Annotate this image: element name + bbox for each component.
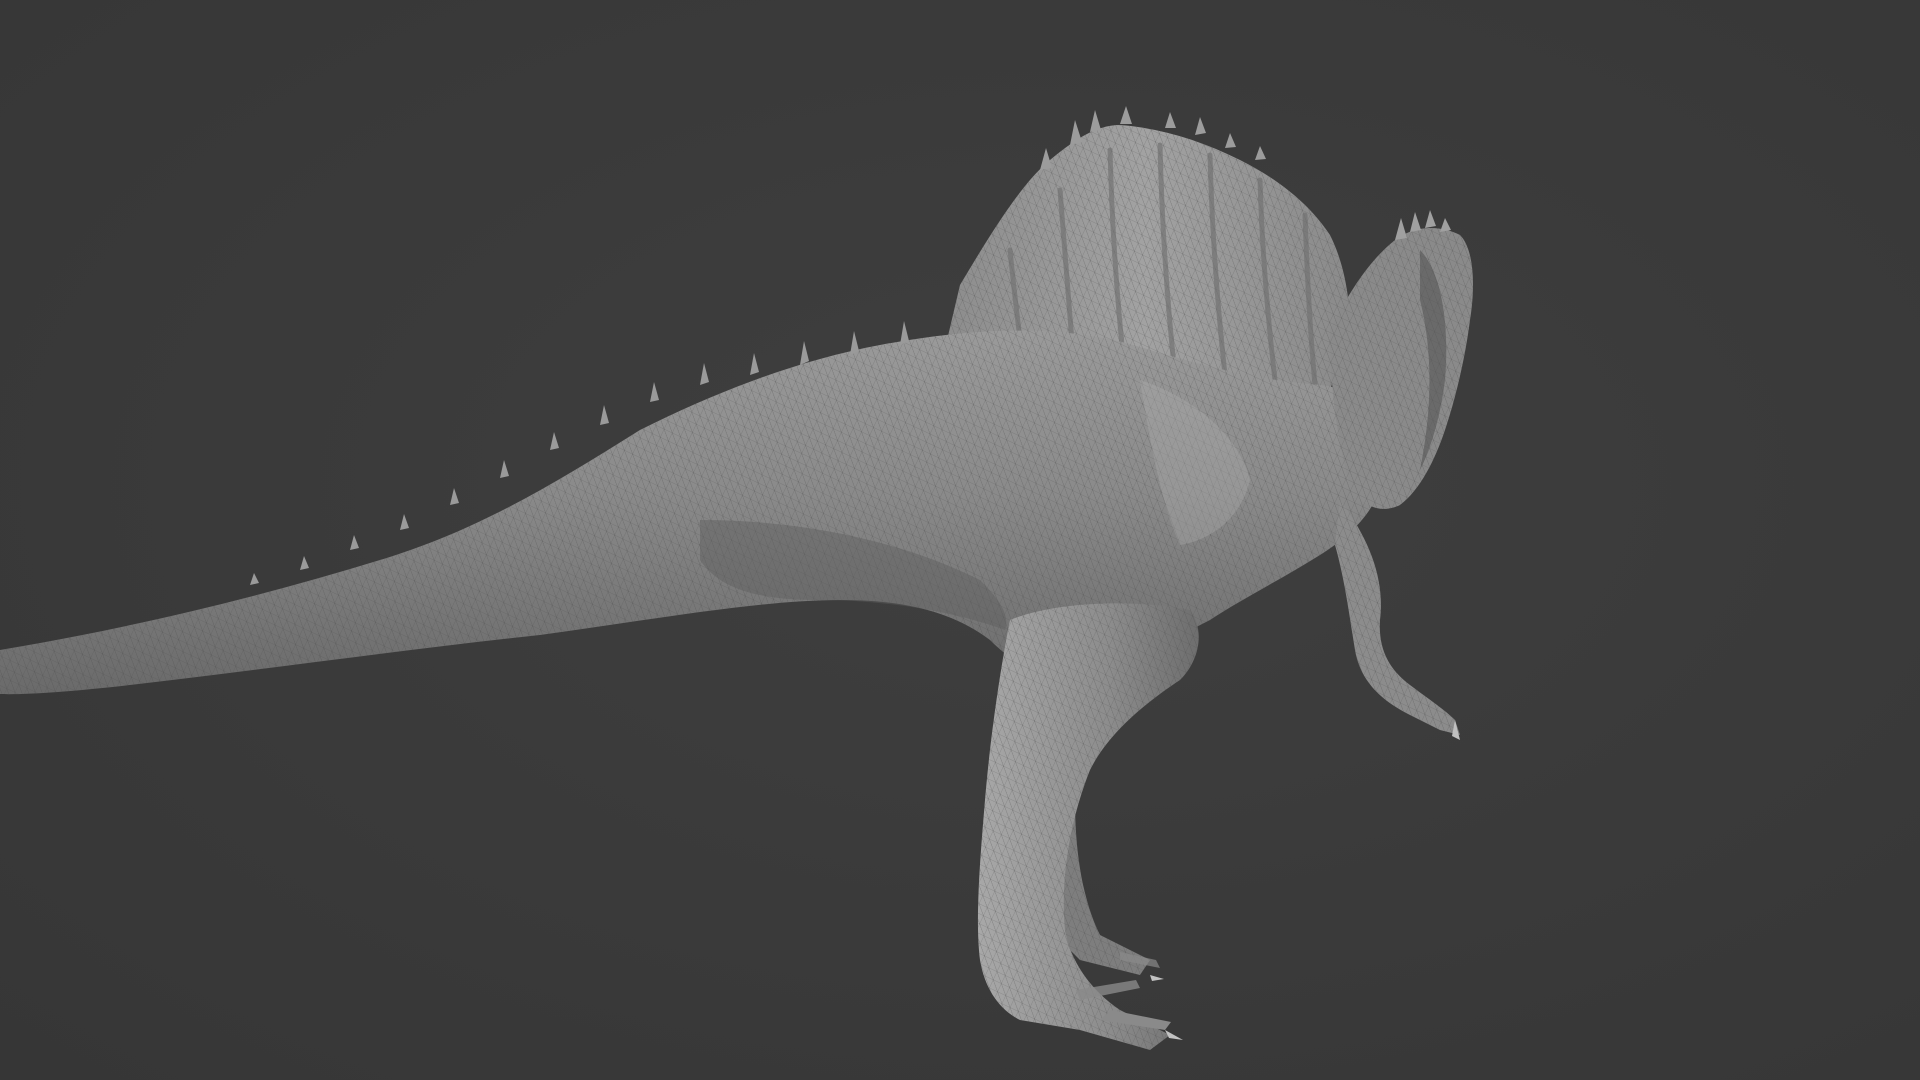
front-leg xyxy=(977,603,1199,1050)
3d-viewport[interactable] xyxy=(0,0,1920,1080)
arm xyxy=(1335,500,1460,740)
sculpt-model[interactable] xyxy=(0,0,1920,1080)
head xyxy=(1330,210,1473,509)
